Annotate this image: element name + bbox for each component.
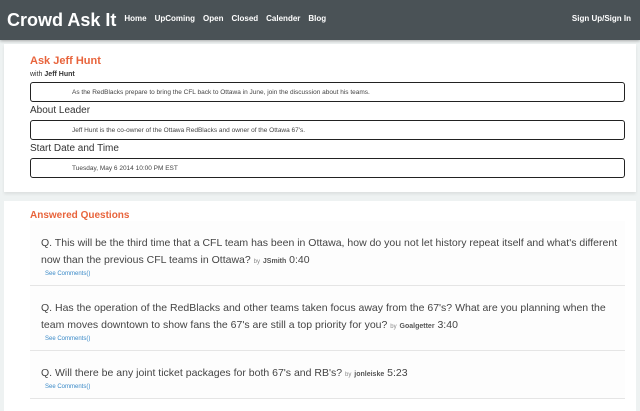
- question-user[interactable]: JSmith: [263, 258, 286, 265]
- nav-calender[interactable]: Calender: [266, 14, 300, 23]
- start-date-value: Tuesday, May 6 2014 10:00 PM EST: [30, 158, 625, 178]
- by-label: by: [390, 324, 397, 330]
- question-time: 3:40: [437, 319, 458, 331]
- answered-questions-card: Answered Questions Q. This will be the t…: [4, 201, 636, 411]
- host-name: Jeff Hunt: [44, 71, 75, 78]
- about-leader-label: About Leader: [30, 105, 91, 116]
- nav-open[interactable]: Open: [203, 14, 223, 23]
- question-user[interactable]: Goalgetter: [400, 323, 435, 330]
- answered-questions-heading: Answered Questions: [30, 210, 130, 221]
- nav-upcoming[interactable]: UpComing: [155, 14, 195, 23]
- question-text: Q. Has the operation of the RedBlacks an…: [41, 302, 606, 331]
- start-date-label: Start Date and Time: [30, 143, 119, 154]
- nav-closed[interactable]: Closed: [231, 14, 258, 23]
- about-leader-text: Jeff Hunt is the co-owner of the Ottawa …: [30, 120, 625, 140]
- with-prefix: with: [30, 71, 43, 78]
- by-label: by: [345, 372, 352, 378]
- session-description: As the RedBlacks prepare to bring the CF…: [30, 82, 625, 102]
- question-item: Q. Will there be any joint ticket packag…: [30, 351, 625, 399]
- see-comments-link[interactable]: See Comments(): [45, 271, 625, 277]
- question-item: Q. Has the operation of the RedBlacks an…: [30, 286, 625, 351]
- brand-logo[interactable]: Crowd Ask It: [7, 10, 116, 31]
- question-time: 0:40: [289, 254, 310, 266]
- question-text: Q. Will there be any joint ticket packag…: [41, 367, 343, 379]
- question-text: Q. This will be the third time that a CF…: [41, 237, 618, 266]
- question-item: Q. This will be the third time that a CF…: [30, 221, 625, 286]
- question-user[interactable]: jonleiske: [354, 371, 384, 378]
- question-time: 5:23: [387, 367, 408, 379]
- see-comments-link[interactable]: See Comments(): [45, 336, 625, 342]
- sign-in-link[interactable]: Sign Up/Sign In: [572, 14, 631, 23]
- navbar: Crowd Ask It Home UpComing Open Closed C…: [0, 0, 640, 40]
- session-title: Ask Jeff Hunt: [30, 55, 101, 67]
- session-card: Ask Jeff Hunt with Jeff Hunt As the RedB…: [4, 44, 636, 192]
- nav-home[interactable]: Home: [124, 14, 146, 23]
- session-host: with Jeff Hunt: [30, 71, 625, 78]
- see-comments-link[interactable]: See Comments(): [45, 384, 625, 390]
- by-label: by: [253, 259, 260, 265]
- nav-blog[interactable]: Blog: [308, 14, 326, 23]
